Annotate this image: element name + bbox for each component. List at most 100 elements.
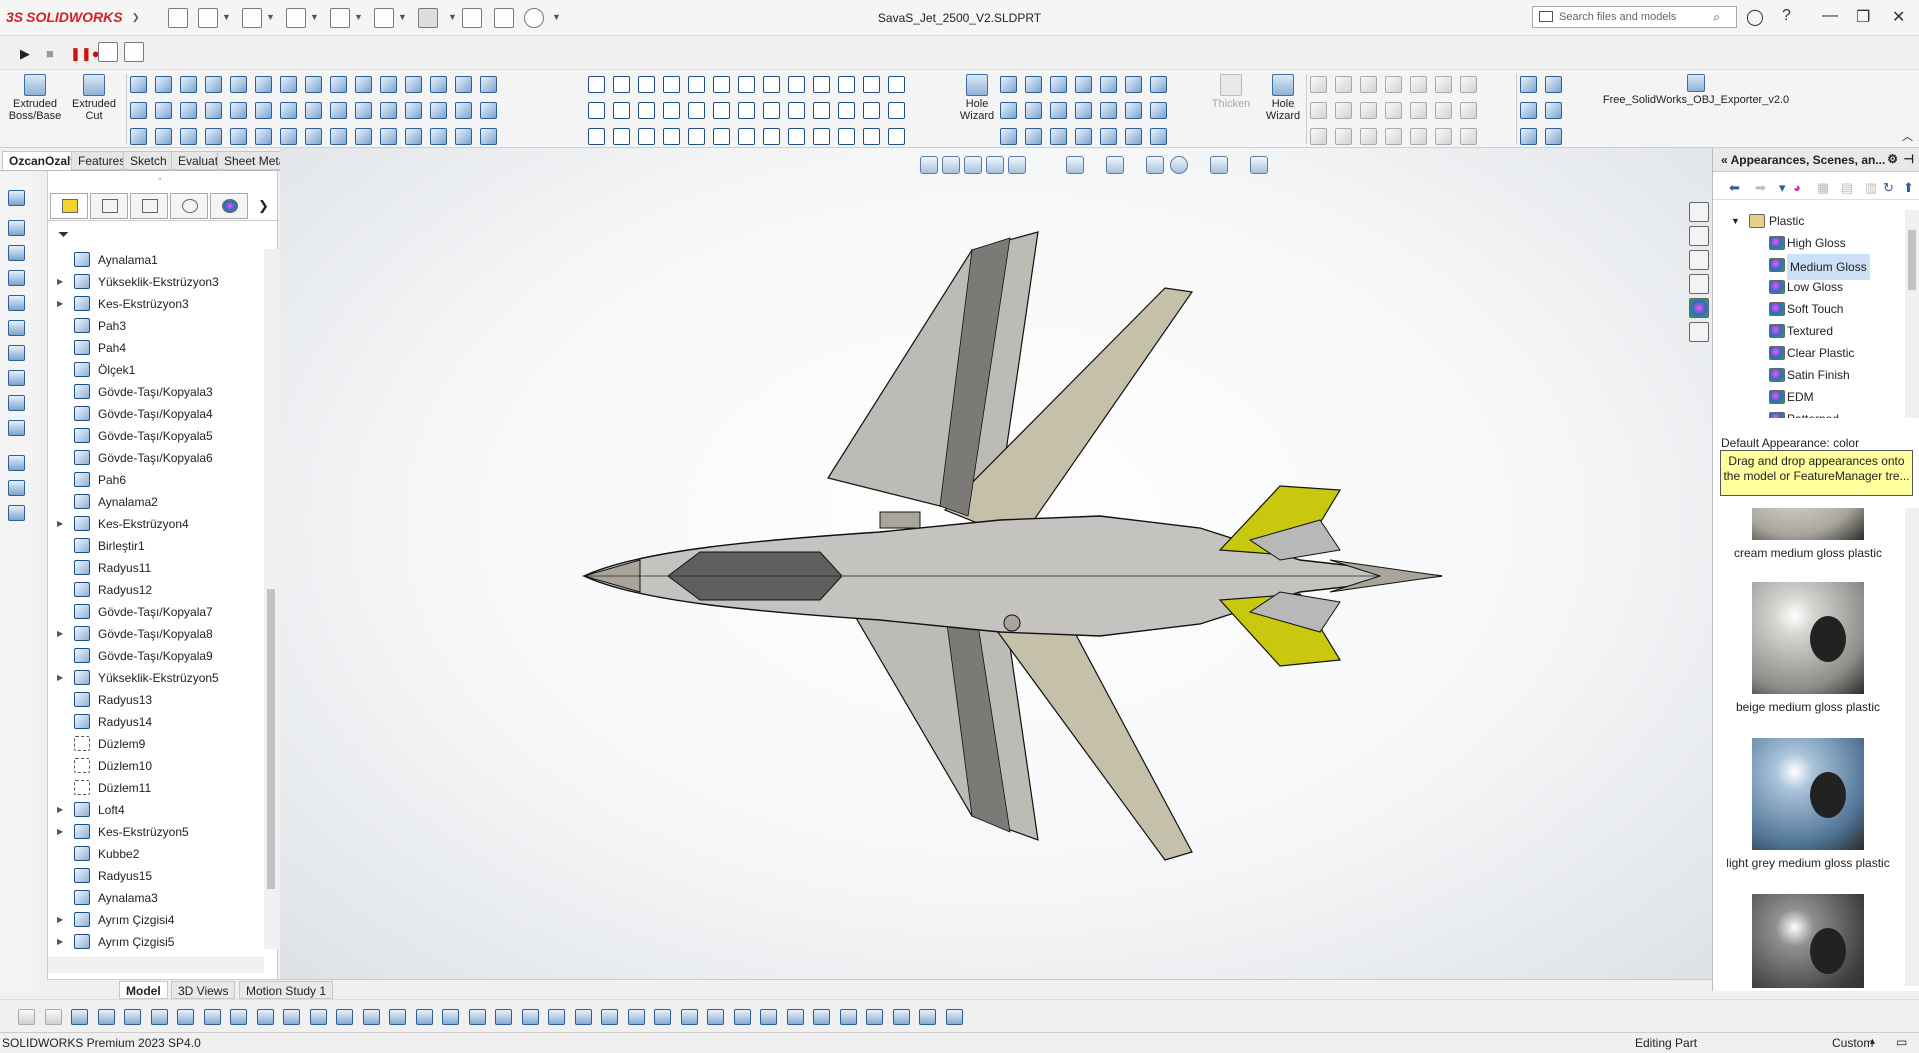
stop-macro-icon[interactable]: ■ <box>46 46 54 61</box>
jet-model[interactable] <box>580 220 1460 940</box>
ribbon-tool-icon[interactable] <box>1385 128 1402 145</box>
display-style-icon[interactable] <box>1106 156 1124 174</box>
ribbon-tool-icon[interactable] <box>1435 102 1452 119</box>
ribbon-tool-icon[interactable] <box>813 128 830 145</box>
ribbon-tool-icon[interactable] <box>1125 102 1142 119</box>
ribbon-tool-icon[interactable] <box>355 128 372 145</box>
ribbon-tool-icon[interactable] <box>430 76 447 93</box>
appearance-item[interactable]: Satin Finish <box>1713 364 1903 386</box>
appearance-folder-plastic[interactable]: ▼ Plastic <box>1713 210 1903 232</box>
ribbon-tool-icon[interactable] <box>1435 128 1452 145</box>
selection-filter-icon[interactable] <box>548 1009 565 1025</box>
ribbon-tool-icon[interactable] <box>280 128 297 145</box>
ribbon-tool-icon[interactable] <box>1385 102 1402 119</box>
property-manager-tab[interactable] <box>90 193 128 219</box>
ribbon-tool-icon[interactable] <box>588 76 605 93</box>
appearance-item[interactable]: Patterned <box>1713 408 1903 418</box>
selection-filter-icon[interactable] <box>150 1009 168 1025</box>
hide-show-icon[interactable] <box>1146 156 1164 174</box>
tree-item[interactable]: ▶ Ayrım Çizgisi5 <box>48 931 264 949</box>
configuration-manager-tab[interactable] <box>130 193 168 219</box>
account-icon[interactable]: ◯ <box>1746 7 1764 27</box>
ribbon-tool-icon[interactable] <box>1335 102 1352 119</box>
selection-filter-icon[interactable] <box>786 1009 804 1025</box>
ribbon-tool-icon[interactable] <box>1050 102 1067 119</box>
ribbon-tool-icon[interactable] <box>738 76 755 93</box>
tree-item[interactable]: Gövde-Taşı/Kopyala3 <box>48 381 264 403</box>
ribbon-tool-icon[interactable] <box>330 102 347 119</box>
close-icon[interactable]: ✕ <box>1892 7 1905 27</box>
ribbon-tool-icon[interactable] <box>1075 76 1092 93</box>
ribbon-tool-icon[interactable] <box>480 128 497 145</box>
ribbon-tool-icon[interactable] <box>738 128 755 145</box>
selection-filter-icon[interactable] <box>256 1009 274 1025</box>
ribbon-tool-icon[interactable] <box>1025 76 1042 93</box>
feature-shortcut-icon[interactable] <box>8 270 25 286</box>
feature-shortcut-icon[interactable] <box>8 505 25 521</box>
ribbon-tool-icon[interactable] <box>1000 128 1017 145</box>
selection-filter-icon[interactable] <box>866 1009 883 1025</box>
selection-filter-icon[interactable] <box>283 1009 300 1025</box>
hole-wizard-2-button[interactable]: Hole Wizard <box>1262 74 1304 122</box>
pane-gear-icon[interactable]: ⚙ <box>1887 152 1898 166</box>
appearance-item[interactable]: Textured <box>1713 320 1903 342</box>
ribbon-tool-icon[interactable] <box>1385 76 1402 93</box>
tree-item[interactable]: Birleştir1 <box>48 535 264 557</box>
tree-horizontal-scrollbar[interactable] <box>48 957 264 973</box>
ribbon-tool-icon[interactable] <box>380 102 397 119</box>
ribbon-tool-icon[interactable] <box>1050 76 1067 93</box>
ribbon-tool-icon[interactable] <box>1545 102 1562 119</box>
ribbon-tool-icon[interactable] <box>788 128 805 145</box>
ribbon-tool-icon[interactable] <box>688 76 705 93</box>
ribbon-tool-icon[interactable] <box>1025 102 1042 119</box>
file-explorer-tab-icon[interactable] <box>1689 250 1709 270</box>
ribbon-tool-icon[interactable] <box>455 128 472 145</box>
expand-arrow-icon[interactable]: ▶ <box>57 799 63 821</box>
ribbon-tool-icon[interactable] <box>230 128 247 145</box>
design-library-tab-icon[interactable] <box>1689 226 1709 246</box>
tree-item[interactable]: Gövde-Taşı/Kopyala4 <box>48 403 264 425</box>
expand-arrow-icon[interactable]: ▶ <box>57 271 63 293</box>
ribbon-tool-icon[interactable] <box>130 76 147 93</box>
tree-item[interactable]: ▶ Loft4 <box>48 799 264 821</box>
tab-sketch[interactable]: Sketch <box>123 151 174 170</box>
selection-filter-icon[interactable] <box>71 1009 88 1025</box>
selection-filter-icon[interactable] <box>892 1009 910 1025</box>
previous-view-icon[interactable] <box>964 156 982 174</box>
ribbon-tool-icon[interactable] <box>1360 76 1377 93</box>
ribbon-tool-icon[interactable] <box>763 76 780 93</box>
pin-icon[interactable]: ⊣ <box>1904 152 1914 166</box>
ribbon-tool-icon[interactable] <box>638 102 655 119</box>
ribbon-tool-icon[interactable] <box>205 128 222 145</box>
feature-shortcut-icon[interactable] <box>8 345 25 361</box>
edit-macro-icon[interactable] <box>124 42 144 62</box>
expand-arrow-icon[interactable]: ▶ <box>57 931 63 949</box>
ribbon-tool-icon[interactable] <box>455 76 472 93</box>
tree-item[interactable]: Pah3 <box>48 315 264 337</box>
ribbon-tool-icon[interactable] <box>305 76 322 93</box>
tree-item[interactable]: Gövde-Taşı/Kopyala7 <box>48 601 264 623</box>
ribbon-tool-icon[interactable] <box>405 102 422 119</box>
ribbon-tool-icon[interactable] <box>763 128 780 145</box>
ribbon-tool-icon[interactable] <box>1050 128 1067 145</box>
ribbon-tool-icon[interactable] <box>280 102 297 119</box>
new-macro-icon[interactable] <box>98 42 118 62</box>
ribbon-tool-icon[interactable] <box>330 76 347 93</box>
dynamic-annotation-icon[interactable] <box>1008 156 1026 174</box>
ribbon-tool-icon[interactable] <box>788 102 805 119</box>
selection-filter-icon[interactable] <box>733 1009 751 1025</box>
ribbon-tool-icon[interactable] <box>1310 102 1327 119</box>
ribbon-tool-icon[interactable] <box>155 76 172 93</box>
ribbon-tool-icon[interactable] <box>1150 76 1167 93</box>
tree-item[interactable]: ▶ Kes-Ekstrüzyon5 <box>48 821 264 843</box>
selection-filter-icon[interactable] <box>203 1009 221 1025</box>
ribbon-tool-icon[interactable] <box>813 102 830 119</box>
selection-filter-icon[interactable] <box>945 1009 963 1025</box>
comment-icon[interactable]: ▭ <box>1896 1035 1907 1049</box>
feature-shortcut-icon[interactable] <box>8 420 25 436</box>
ribbon-tool-icon[interactable] <box>1100 128 1117 145</box>
forward-icon[interactable]: ➡ <box>1755 180 1766 196</box>
collapse-arrow-icon[interactable]: ▼ <box>1731 210 1740 232</box>
swatch-scrollbar[interactable] <box>1905 508 1919 986</box>
feature-shortcut-icon[interactable] <box>8 480 25 496</box>
